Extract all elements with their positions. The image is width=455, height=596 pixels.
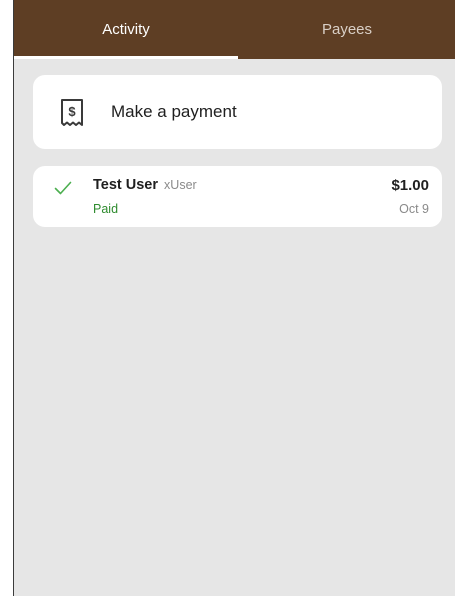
payment-date: Oct 9 [399, 202, 429, 216]
make-payment-button[interactable]: $ Make a payment [33, 75, 442, 149]
payee-name: Test User [93, 177, 159, 193]
tab-activity[interactable]: Activity [14, 0, 238, 59]
svg-text:$: $ [68, 104, 76, 119]
tab-selected-indicator [14, 56, 238, 59]
payee-handle: xUser [164, 178, 197, 192]
payment-amount: $1.00 [391, 177, 429, 194]
tab-bar: Activity Payees [14, 0, 455, 59]
make-payment-label: Make a payment [111, 102, 237, 121]
check-icon [54, 181, 72, 195]
payee-name-line: Test User xUser [93, 177, 197, 193]
receipt-dollar-icon: $ [61, 99, 83, 126]
tab-payees[interactable]: Payees [238, 0, 455, 59]
app-frame: Activity Payees $ Make a payment Test Us… [13, 0, 455, 596]
payment-status: Paid [93, 202, 119, 216]
activity-list-item[interactable]: Test User xUser Paid $1.00 Oct 9 [33, 166, 442, 227]
